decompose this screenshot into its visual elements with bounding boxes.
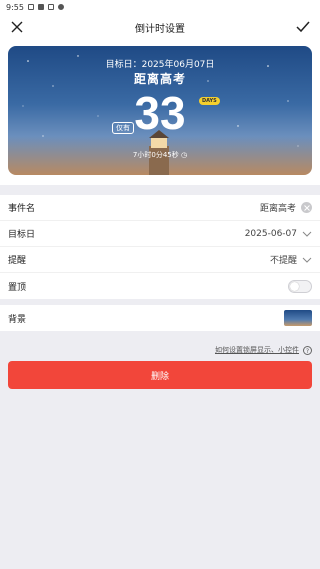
event-name-label: 事件名 <box>8 204 36 214</box>
pin-top-toggle[interactable] <box>288 279 312 293</box>
notification-icon <box>57 4 64 10</box>
title-bar: 倒计时设置 <box>0 14 320 40</box>
status-bar: 9:55 <box>0 0 320 14</box>
target-date-value-group: 2025-06-07 <box>245 229 312 239</box>
target-date-label: 目标日 <box>8 230 36 240</box>
reminder-row[interactable]: 提醒 不提醒 <box>0 247 320 273</box>
x-icon <box>303 204 310 211</box>
notification-icon <box>27 4 34 10</box>
reminder-value: 不提醒 <box>269 256 297 266</box>
delete-button[interactable]: 删除 <box>8 361 312 389</box>
page-title: 倒计时设置 <box>135 23 185 35</box>
chevron-down-icon <box>302 257 312 263</box>
confirm-button[interactable] <box>294 18 312 36</box>
close-button[interactable] <box>8 18 26 36</box>
notification-icon <box>47 4 54 10</box>
clock-icon: ◷ <box>180 151 188 159</box>
card-event-title: 距离高考 <box>133 72 186 86</box>
days-unit-badge: DAYS <box>199 97 220 105</box>
help-icon[interactable]: ? <box>303 345 312 355</box>
pin-top-label: 置顶 <box>8 282 27 293</box>
countdown-text: 7小时0分45秒 <box>132 151 179 159</box>
countdown-timer: 7小时0分45秒 ◷ <box>8 150 312 160</box>
settings-list: 事件名 距离高考 目标日 2025-06-07 提醒 不提醒 置顶 <box>0 195 320 299</box>
event-name-value-group: 距离高考 <box>260 201 312 214</box>
help-line: 如何设置锁屏显示、小控件 ? <box>0 345 320 355</box>
event-name-row[interactable]: 事件名 距离高考 <box>0 195 320 221</box>
days-remaining: 33 <box>134 87 186 139</box>
reminder-value-group: 不提醒 <box>270 253 312 266</box>
pin-top-row: 置顶 <box>0 273 320 299</box>
target-date-value: 2025-06-07 <box>244 228 297 239</box>
event-name-input[interactable]: 距离高考 <box>260 201 296 214</box>
notification-icon <box>37 4 44 10</box>
countdown-preview-card[interactable]: 目标日：2025年06月07日 距离高考 仅有 33 DAYS 7小时0分45秒… <box>8 46 312 175</box>
background-thumbnail[interactable] <box>284 310 312 326</box>
background-section: 背景 <box>0 305 320 331</box>
check-icon <box>296 21 310 33</box>
close-icon <box>11 21 23 33</box>
status-time: 9:55 <box>6 2 24 12</box>
toggle-knob <box>290 281 299 291</box>
reminder-label: 提醒 <box>8 256 27 266</box>
preview-card-container: 目标日：2025年06月07日 距离高考 仅有 33 DAYS 7小时0分45秒… <box>0 40 320 185</box>
clear-icon[interactable] <box>301 202 312 213</box>
target-date-text: 目标日：2025年06月07日 <box>105 60 215 70</box>
chevron-down-icon <box>302 231 312 237</box>
background-row[interactable]: 背景 <box>0 305 320 331</box>
target-date-row[interactable]: 目标日 2025-06-07 <box>0 221 320 247</box>
background-label: 背景 <box>8 314 27 325</box>
lockscreen-widget-help-link[interactable]: 如何设置锁屏显示、小控件 <box>215 345 299 355</box>
